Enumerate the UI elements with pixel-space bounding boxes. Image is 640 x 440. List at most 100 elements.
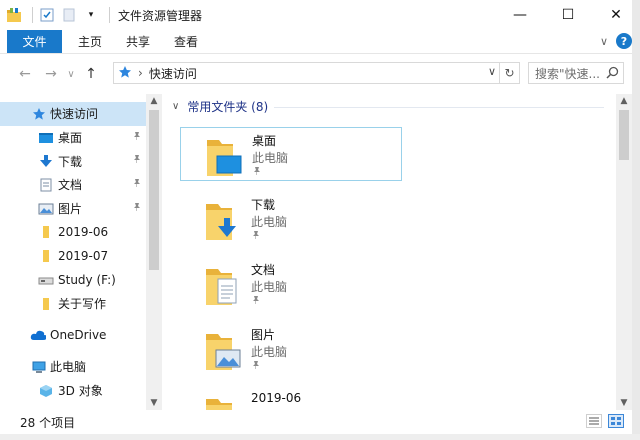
- nav-item-downloads[interactable]: 下载: [0, 149, 146, 173]
- nav-item-this-pc[interactable]: 此电脑: [0, 355, 146, 379]
- tile-pictures[interactable]: 图片 此电脑: [180, 322, 402, 376]
- nav-item-desktop[interactable]: 桌面: [0, 126, 146, 150]
- desktop-icon: [38, 130, 54, 146]
- refresh-button[interactable]: ↻: [500, 62, 520, 84]
- pin-icon: [251, 230, 261, 243]
- computer-icon: [31, 359, 47, 375]
- group-header-frequent-folders[interactable]: ∨ 常用文件夹 (8): [172, 98, 268, 115]
- pin-icon: [252, 166, 262, 179]
- navigation-pane: 快速访问 桌面 下载 文档 图片 2019-06 2019-07 Study (…: [0, 94, 162, 410]
- document-folder-icon: [202, 259, 248, 309]
- scroll-up-button[interactable]: ▲: [146, 94, 162, 108]
- desktop-folder-icon: [203, 130, 249, 180]
- tile-desktop[interactable]: 桌面 此电脑: [180, 127, 402, 181]
- details-view-button[interactable]: [586, 414, 602, 428]
- tiles-view-button[interactable]: [608, 414, 624, 428]
- scroll-thumb[interactable]: [619, 110, 629, 160]
- path-separator: ›: [138, 66, 143, 80]
- up-button[interactable]: ↑: [78, 62, 104, 86]
- quick-access-toolbar: ▾ 文件资源管理器: [0, 0, 202, 30]
- pin-icon: [251, 360, 261, 373]
- search-input[interactable]: 搜索"快速...: [528, 62, 624, 84]
- address-row: ← → ∨ ↑ › 快速访问 ∨ ↻ 搜索"快速...: [0, 54, 640, 94]
- breadcrumb-quick-access[interactable]: 快速访问: [149, 65, 197, 82]
- folder-icon: [38, 248, 54, 264]
- nav-item-label: 3D 对象: [58, 383, 103, 398]
- nav-item-3d-objects[interactable]: 3D 对象: [0, 379, 146, 403]
- expand-ribbon-button[interactable]: ∨: [600, 35, 608, 48]
- tab-share[interactable]: 共享: [114, 30, 162, 53]
- navigation-scrollbar[interactable]: ▲ ▼: [146, 94, 162, 410]
- pin-icon: [132, 202, 142, 215]
- item-count: 28 个项目: [20, 415, 76, 430]
- navigation-tree: 快速访问 桌面 下载 文档 图片 2019-06 2019-07 Study (…: [0, 102, 146, 402]
- tab-view[interactable]: 查看: [162, 30, 210, 53]
- chevron-down-icon: ∨: [172, 101, 180, 112]
- nav-item-folder-2019-07[interactable]: 2019-07: [0, 244, 146, 268]
- help-button[interactable]: ?: [616, 33, 632, 49]
- nav-item-label: 快速访问: [50, 107, 99, 122]
- nav-item-drive-study[interactable]: Study (F:): [0, 268, 146, 292]
- search-placeholder: 搜索"快速...: [535, 66, 600, 81]
- explorer-app-icon: [6, 7, 22, 23]
- nav-item-label: 图片: [58, 202, 83, 217]
- picture-folder-icon: [202, 324, 248, 374]
- scroll-down-button[interactable]: ▼: [616, 396, 632, 410]
- ribbon-right-controls: ∨ ?: [600, 33, 632, 49]
- tile-location: 此电脑: [251, 280, 288, 294]
- background-window-edge: [632, 0, 640, 440]
- download-icon: [38, 153, 54, 169]
- star-icon: [31, 106, 47, 122]
- properties-icon[interactable]: [39, 7, 55, 23]
- nav-item-label: 关于写作: [58, 296, 107, 311]
- ribbon-tabs: 文件 主页 共享 查看 ∨ ?: [0, 30, 640, 54]
- nav-item-folder-2019-06[interactable]: 2019-06: [0, 220, 146, 244]
- pin-icon: [132, 178, 142, 191]
- content-pane: ∨ 常用文件夹 (8) 桌面 此电脑 下载 此电脑 文档 此电脑 图片 此电脑: [162, 94, 616, 410]
- tile-name: 下载: [251, 198, 276, 212]
- nav-item-quick-access[interactable]: 快速访问: [0, 102, 146, 126]
- nav-item-label: Study (F:): [58, 272, 116, 287]
- customize-toolbar-icon[interactable]: ▾: [83, 7, 99, 23]
- back-button[interactable]: ←: [12, 62, 38, 86]
- nav-item-onedrive[interactable]: OneDrive: [0, 323, 146, 347]
- nav-item-label: 2019-07: [58, 248, 109, 263]
- minimize-button[interactable]: —: [496, 0, 544, 30]
- tile-name: 图片: [251, 328, 276, 342]
- scroll-up-button[interactable]: ▲: [616, 94, 632, 108]
- background-window-edge: [0, 434, 640, 440]
- download-folder-icon: [202, 194, 248, 244]
- 3d-objects-icon: [38, 383, 54, 399]
- folder-icon: [38, 224, 54, 240]
- tab-home[interactable]: 主页: [66, 30, 114, 53]
- picture-icon: [38, 201, 54, 217]
- scroll-down-button[interactable]: ▼: [146, 396, 162, 410]
- nav-item-pictures[interactable]: 图片: [0, 197, 146, 221]
- forward-button[interactable]: →: [38, 62, 64, 86]
- nav-item-label: 下载: [58, 154, 83, 169]
- recent-locations-button[interactable]: ∨: [64, 62, 78, 86]
- nav-item-about-writing[interactable]: 关于写作: [0, 292, 146, 316]
- new-folder-icon[interactable]: [61, 7, 77, 23]
- maximize-button[interactable]: ☐: [544, 0, 592, 30]
- address-dropdown-button[interactable]: ∨: [488, 65, 496, 78]
- nav-item-documents[interactable]: 文档: [0, 173, 146, 197]
- tile-name: 2019-06: [251, 391, 302, 405]
- address-bar[interactable]: › 快速访问 ∨: [113, 62, 500, 84]
- scroll-thumb[interactable]: [149, 110, 159, 270]
- document-icon: [38, 177, 54, 193]
- quick-access-star-icon: [118, 65, 132, 82]
- tile-folder-2019-06[interactable]: 2019-06: [180, 387, 402, 410]
- window-controls: — ☐ ✕: [496, 0, 640, 30]
- pin-icon: [251, 295, 261, 308]
- toolbar-separator: [109, 7, 110, 23]
- tile-location: 此电脑: [251, 215, 288, 229]
- group-title: 常用文件夹 (8): [187, 100, 269, 114]
- content-scrollbar[interactable]: ▲ ▼: [616, 94, 632, 410]
- tile-documents[interactable]: 文档 此电脑: [180, 257, 402, 311]
- drive-icon: [38, 272, 54, 288]
- tab-file[interactable]: 文件: [7, 30, 62, 53]
- folder-icon: [202, 389, 248, 410]
- tile-downloads[interactable]: 下载 此电脑: [180, 192, 402, 246]
